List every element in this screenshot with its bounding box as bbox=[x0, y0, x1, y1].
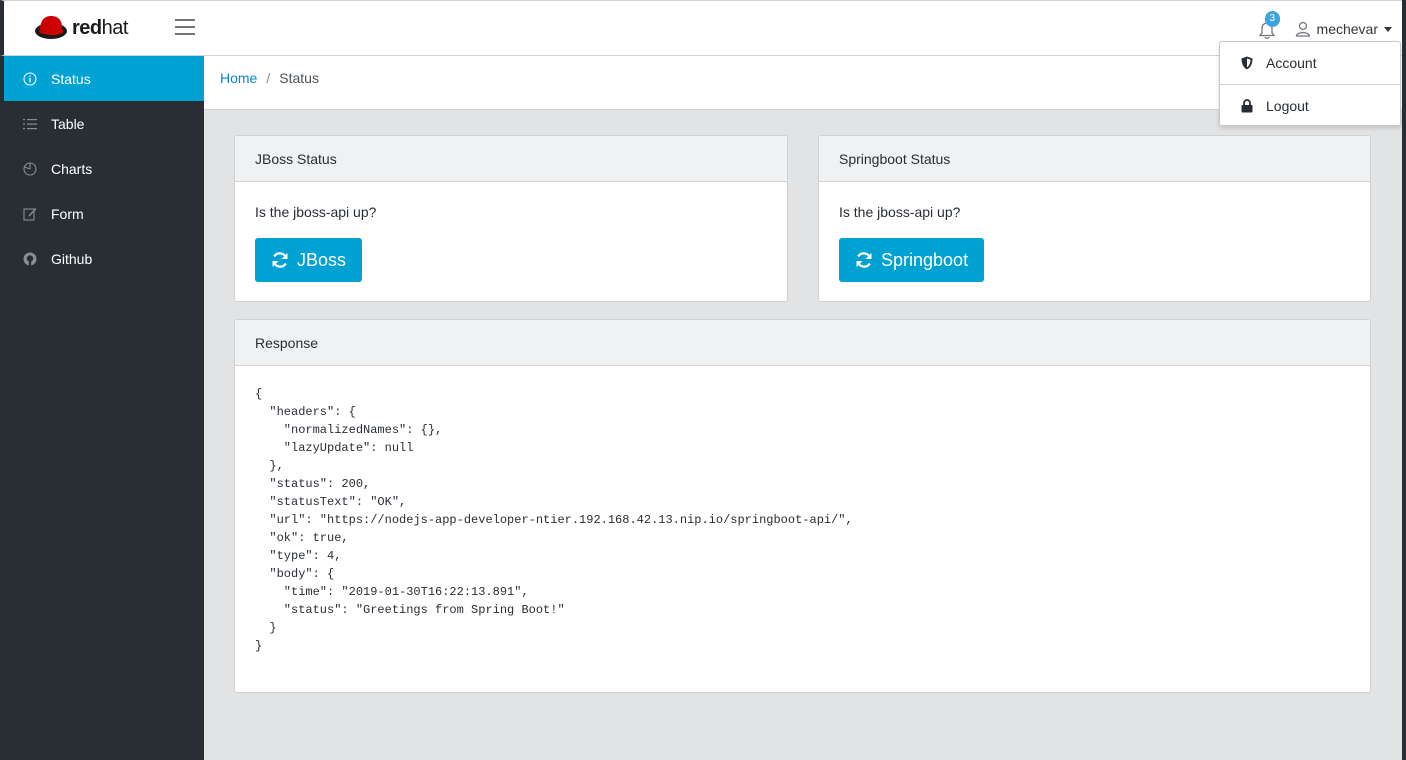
jboss-check-button[interactable]: JBoss bbox=[255, 238, 363, 282]
brand-logo-link[interactable]: redhat bbox=[34, 13, 128, 43]
card-question: Is the jboss-api up? bbox=[839, 204, 961, 220]
springboot-status-card: Springboot Status Is the jboss-api up? S… bbox=[818, 135, 1371, 302]
user-menu-toggle[interactable]: mechevar bbox=[1295, 21, 1392, 37]
sidebar-item-label: Table bbox=[51, 115, 85, 132]
info-icon bbox=[22, 71, 38, 87]
sidebar-item-label: Github bbox=[51, 250, 93, 267]
menu-item-label: Logout bbox=[1266, 98, 1309, 114]
username-label: mechevar bbox=[1316, 21, 1378, 37]
breadcrumb: Home / Status bbox=[220, 70, 319, 86]
breadcrumb-home-link[interactable]: Home bbox=[220, 70, 257, 86]
user-icon bbox=[1295, 21, 1310, 37]
refresh-icon bbox=[856, 252, 872, 268]
notification-count-badge: 3 bbox=[1264, 11, 1281, 27]
sidebar-item-label: Form bbox=[51, 205, 84, 222]
edit-icon bbox=[22, 206, 38, 222]
sidebar-item-form[interactable]: Form bbox=[4, 191, 204, 236]
menu-item-label: Account bbox=[1266, 55, 1317, 71]
lock-icon bbox=[1240, 99, 1254, 113]
springboot-check-button[interactable]: Springboot bbox=[839, 238, 985, 282]
card-title: Springboot Status bbox=[819, 136, 1370, 182]
response-card: Response { "headers": { "normalizedNames… bbox=[234, 319, 1371, 693]
sidebar-item-label: Charts bbox=[51, 160, 93, 177]
main-content: JBoss Status Is the jboss-api up? JBoss … bbox=[204, 110, 1402, 760]
sidebar-item-label: Status bbox=[51, 70, 91, 87]
caret-down-icon bbox=[1384, 26, 1392, 32]
window-edge bbox=[1402, 0, 1406, 760]
button-label: JBoss bbox=[297, 249, 347, 270]
top-navbar: redhat 3 mechevar bbox=[0, 0, 1406, 56]
menu-item-account[interactable]: Account bbox=[1220, 42, 1400, 84]
sidebar-item-table[interactable]: Table bbox=[4, 101, 204, 146]
hamburger-menu-button[interactable] bbox=[175, 19, 195, 37]
shield-icon bbox=[1240, 56, 1254, 70]
sidebar-item-charts[interactable]: Charts bbox=[4, 146, 204, 191]
pie-chart-icon bbox=[22, 161, 38, 177]
sidebar-item-github[interactable]: Github bbox=[4, 236, 204, 281]
list-icon bbox=[22, 116, 38, 132]
card-question: Is the jboss-api up? bbox=[255, 204, 377, 220]
card-title: JBoss Status bbox=[235, 136, 787, 182]
card-title: Response bbox=[235, 320, 1370, 366]
response-json: { "headers": { "normalizedNames": {}, "l… bbox=[255, 387, 853, 653]
notifications-button[interactable]: 3 bbox=[1258, 11, 1281, 39]
brand-text: redhat bbox=[72, 16, 128, 39]
user-dropdown-menu: Account Logout bbox=[1219, 41, 1401, 126]
sidebar-nav: Status Table Charts Form Github bbox=[0, 56, 204, 760]
sidebar-item-status[interactable]: Status bbox=[4, 56, 204, 101]
breadcrumb-separator: / bbox=[266, 70, 271, 86]
jboss-status-card: JBoss Status Is the jboss-api up? JBoss bbox=[234, 135, 788, 302]
redhat-logo-icon bbox=[35, 16, 67, 39]
github-icon bbox=[22, 251, 38, 267]
menu-item-logout[interactable]: Logout bbox=[1220, 85, 1400, 127]
button-label: Springboot bbox=[881, 249, 969, 270]
breadcrumb-current: Status bbox=[279, 70, 319, 86]
refresh-icon bbox=[272, 252, 288, 268]
